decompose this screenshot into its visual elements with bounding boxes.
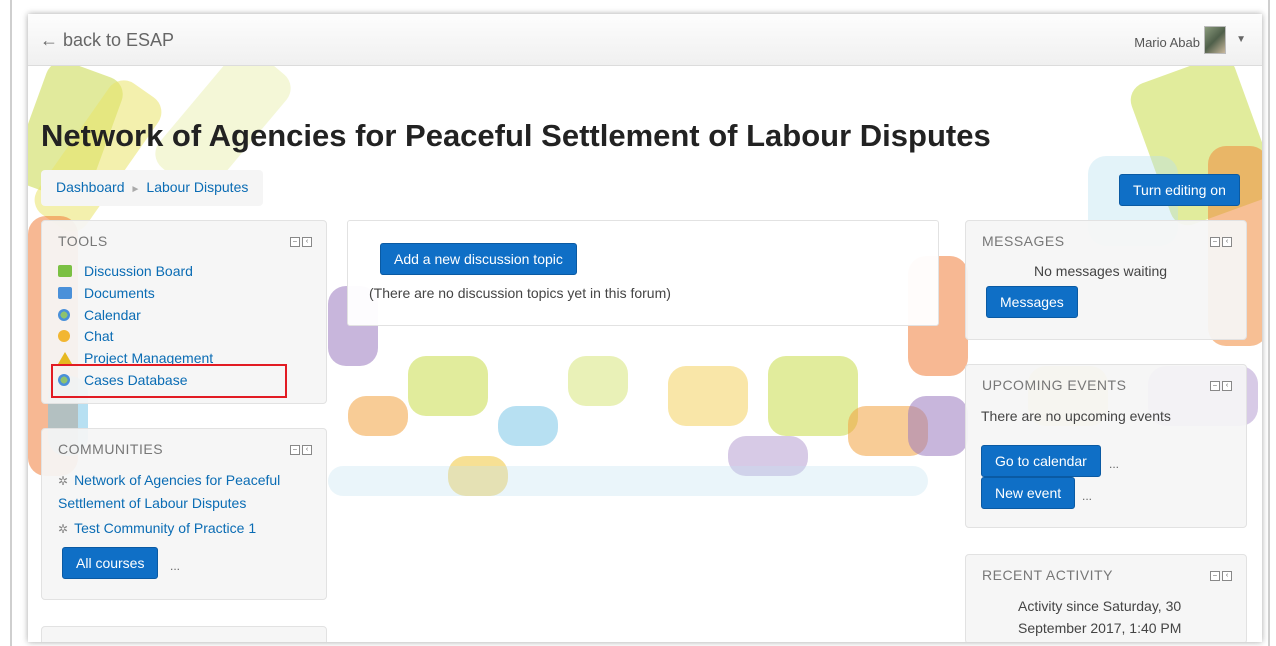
tool-item-discussion-board[interactable]: Discussion Board [58, 263, 193, 279]
communities-title: COMMUNITIES [58, 441, 164, 457]
no-messages-text: No messages waiting [1034, 263, 1168, 279]
more-ellipsis[interactable]: ... [1082, 489, 1092, 503]
breadcrumb: Dashboard ► Labour Disputes [41, 170, 264, 206]
minimize-icon[interactable]: – [1210, 237, 1220, 247]
recent-activity-block: RECENT ACTIVITY – ‹ Activity since Saturd… [965, 554, 1247, 642]
tool-item-label: Discussion Board [84, 263, 193, 279]
tool-item-label: Calendar [84, 307, 141, 323]
dock-icon[interactable]: ‹ [1222, 381, 1232, 391]
window-edge-right [1268, 0, 1270, 646]
breadcrumb-labour-disputes[interactable]: Labour Disputes [146, 179, 248, 195]
communities-block: COMMUNITIES – ‹ ✲ Network of Agencies for … [41, 428, 327, 600]
tools-block: TOOLS – ‹ Discussion Board Documents Cale… [41, 220, 327, 404]
upcoming-events-title: UPCOMING EVENTS [982, 377, 1127, 393]
upcoming-events-block: UPCOMING EVENTS – ‹ There are no upcoming… [965, 364, 1247, 528]
community-item[interactable]: ✲ Test Community of Practice 1 [58, 517, 310, 540]
activity-since-text: Activity since Saturday, 30 [1018, 598, 1182, 614]
community-icon: ✲ [58, 522, 69, 536]
block-controls[interactable]: – ‹ [1210, 571, 1232, 581]
dock-icon[interactable]: ‹ [1222, 237, 1232, 247]
more-ellipsis[interactable]: ... [1109, 457, 1119, 471]
no-events-text: There are no upcoming events [981, 408, 1171, 424]
cases-database-highlight [51, 364, 287, 398]
avatar[interactable] [1204, 26, 1226, 54]
window-edge-left [10, 0, 12, 646]
block-controls[interactable]: – ‹ [290, 445, 312, 455]
breadcrumb-dashboard[interactable]: Dashboard [56, 179, 125, 195]
back-to-esap-link[interactable]: ← back to ESAP [40, 30, 174, 51]
community-label: Test Community of Practice 1 [74, 520, 257, 536]
no-topics-text: (There are no discussion topics yet in t… [369, 285, 671, 301]
project-icon [58, 352, 72, 364]
user-name[interactable]: Mario Abab [1134, 35, 1200, 50]
community-icon: ✲ [58, 474, 69, 488]
add-discussion-topic-button[interactable]: Add a new discussion topic [380, 243, 577, 275]
folder-icon [58, 287, 72, 299]
tool-item-calendar[interactable]: Calendar [58, 307, 141, 323]
messages-block: MESSAGES – ‹ No messages waiting Messages [965, 220, 1247, 340]
chevron-down-icon[interactable]: ▼ [1236, 34, 1246, 45]
all-courses-button[interactable]: All courses [62, 547, 159, 579]
block-controls[interactable]: – ‹ [1210, 381, 1232, 391]
tools-title: TOOLS [58, 233, 108, 249]
tool-item-label: Documents [84, 285, 155, 301]
minimize-icon[interactable]: – [1210, 381, 1220, 391]
go-to-calendar-button[interactable]: Go to calendar [981, 445, 1101, 477]
turn-editing-on-button[interactable]: Turn editing on [1119, 174, 1240, 206]
forum-block: Add a new discussion topic (There are no… [347, 220, 939, 326]
messages-button[interactable]: Messages [986, 286, 1078, 318]
discussion-icon [58, 265, 72, 277]
dock-icon[interactable]: ‹ [1222, 571, 1232, 581]
recent-activity-title: RECENT ACTIVITY [982, 567, 1113, 583]
browser-frame: ← back to ESAP Mario Abab ▼ Network of A… [28, 14, 1262, 642]
tool-item-documents[interactable]: Documents [58, 285, 155, 301]
more-ellipsis[interactable]: ... [170, 559, 180, 573]
dock-icon[interactable]: ‹ [302, 237, 312, 247]
minimize-icon[interactable]: – [1210, 571, 1220, 581]
community-item[interactable]: ✲ Network of Agencies for Peaceful Settle… [58, 469, 310, 514]
dock-icon[interactable]: ‹ [302, 445, 312, 455]
block-controls[interactable]: – ‹ [1210, 237, 1232, 247]
minimize-icon[interactable]: – [290, 237, 300, 247]
bottom-block [41, 626, 327, 642]
activity-since-date: September 2017, 1:40 PM [1018, 620, 1182, 636]
calendar-icon [58, 309, 70, 321]
chat-icon [58, 330, 70, 342]
messages-title: MESSAGES [982, 233, 1065, 249]
breadcrumb-separator: ► [130, 184, 141, 195]
top-navbar: ← back to ESAP Mario Abab ▼ [28, 14, 1262, 66]
community-label: Network of Agencies for Peaceful Settlem… [58, 472, 281, 511]
new-event-button[interactable]: New event [981, 477, 1076, 509]
tool-item-label: Chat [84, 328, 114, 344]
block-controls[interactable]: – ‹ [290, 237, 312, 247]
tool-item-chat[interactable]: Chat [58, 328, 114, 344]
page-title: Network of Agencies for Peaceful Settlem… [41, 118, 991, 153]
minimize-icon[interactable]: – [290, 445, 300, 455]
